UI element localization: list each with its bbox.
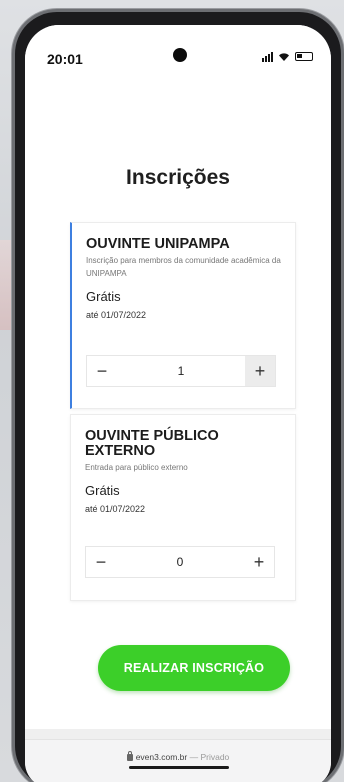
battery-icon <box>295 52 313 61</box>
quantity-value[interactable]: 1 <box>117 364 245 378</box>
ticket-price: Grátis <box>85 483 120 498</box>
ticket-card-external[interactable]: OUVINTE PÚBLICO EXTERNO Entrada para púb… <box>70 414 296 601</box>
ticket-price: Grátis <box>86 289 121 304</box>
browser-url-bar[interactable]: even3.com.br — Privado <box>25 739 331 782</box>
private-mode-label: Privado <box>200 752 230 762</box>
ticket-card-unipampa[interactable]: OUVINTE UNIPAMPA Inscrição para membros … <box>70 222 296 409</box>
ticket-deadline: até 01/07/2022 <box>86 310 147 320</box>
status-bar: 20:01 <box>25 25 331 79</box>
ticket-name: OUVINTE PÚBLICO EXTERNO <box>85 428 219 459</box>
increment-button[interactable]: + <box>245 356 275 386</box>
url-separator: — <box>189 752 199 762</box>
wifi-icon <box>279 53 289 61</box>
ticket-deadline: até 01/07/2022 <box>85 504 146 514</box>
quantity-value[interactable]: 0 <box>116 555 244 569</box>
quantity-stepper: − 0 + <box>85 546 275 578</box>
decrement-button[interactable]: − <box>87 356 117 386</box>
phone-screen: 20:01 Inscrições OUVINTE UNIPAMPA Inscri… <box>25 25 331 782</box>
lock-icon <box>126 751 133 761</box>
ticket-name: OUVINTE UNIPAMPA <box>86 236 230 252</box>
signal-icon <box>262 51 273 62</box>
ticket-description: Entrada para público externo <box>85 463 188 472</box>
decrement-button[interactable]: − <box>86 547 116 577</box>
url-domain: even3.com.br <box>135 752 188 762</box>
quantity-stepper: − 1 + <box>86 355 276 387</box>
page-title: Inscrições <box>126 166 230 189</box>
home-indicator[interactable] <box>129 766 229 769</box>
status-time: 20:01 <box>47 51 83 67</box>
register-button[interactable]: REALIZAR INSCRIÇÃO <box>98 645 290 691</box>
front-camera <box>173 48 187 62</box>
phone-frame: 20:01 Inscrições OUVINTE UNIPAMPA Inscri… <box>15 12 341 782</box>
ticket-description: Inscrição para membros da comunidade aca… <box>86 256 281 278</box>
increment-button[interactable]: + <box>244 547 274 577</box>
registration-page: Inscrições OUVINTE UNIPAMPA Inscrição pa… <box>25 79 331 729</box>
url-text: even3.com.br — Privado <box>25 751 331 762</box>
page-divider <box>25 729 331 739</box>
status-icons <box>262 51 313 62</box>
